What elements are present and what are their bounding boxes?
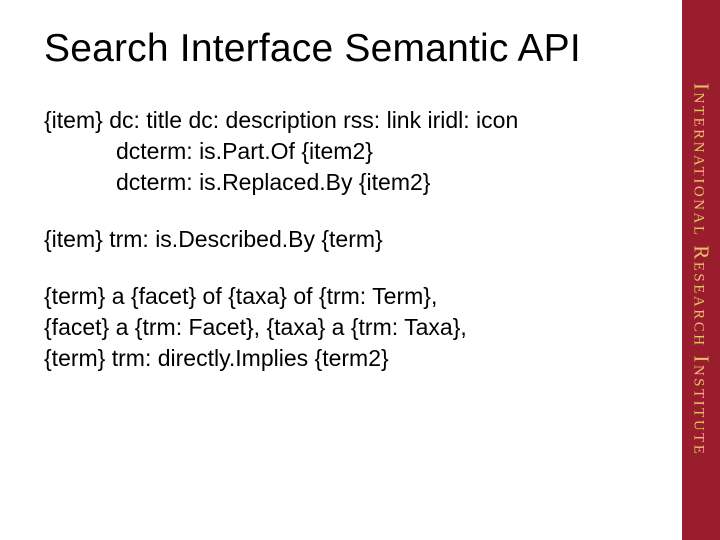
text-line: dcterm: is.Replaced.By {item2} (44, 167, 658, 198)
text-line: {term} trm: directly.Implies {term2} (44, 343, 658, 374)
block-item-described: {item} trm: is.Described.By {term} (44, 224, 658, 255)
text-line: {item} trm: is.Described.By {term} (44, 224, 658, 255)
text-line: {facet} a {trm: Facet}, {taxa} a {trm: T… (44, 312, 658, 343)
slide-body: {item} dc: title dc: description rss: li… (44, 105, 658, 400)
block-term-facet: {term} a {facet} of {taxa} of {trm: Term… (44, 281, 658, 374)
text-line: dcterm: is.Part.Of {item2} (44, 136, 658, 167)
text-line: {term} a {facet} of {taxa} of {trm: Term… (44, 281, 658, 312)
text-line: {item} dc: title dc: description rss: li… (44, 105, 658, 136)
slide-main: Search Interface Semantic API {item} dc:… (0, 0, 682, 540)
block-item-properties: {item} dc: title dc: description rss: li… (44, 105, 658, 198)
branding-text: International Research Institute (689, 83, 714, 456)
slide-title: Search Interface Semantic API (44, 28, 658, 71)
branding-sidebar: International Research Institute (682, 0, 720, 540)
